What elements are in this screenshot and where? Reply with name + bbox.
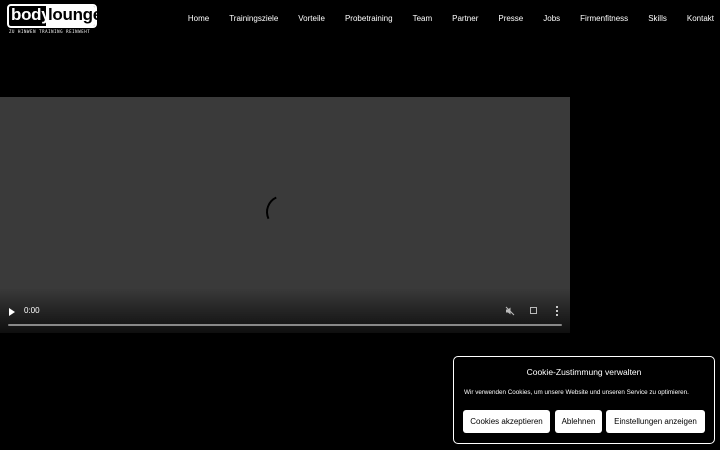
play-icon[interactable] bbox=[9, 308, 15, 316]
logo-tagline: ZU HINWEN TRAINING REINWEHT bbox=[9, 29, 91, 34]
deny-cookies-button[interactable]: Ablehnen bbox=[555, 410, 602, 433]
nav-jobs[interactable]: Jobs bbox=[543, 13, 560, 25]
mute-icon[interactable] bbox=[505, 306, 515, 316]
nav-team[interactable]: Team bbox=[413, 13, 433, 25]
cookie-title: Cookie-Zustimmung verwalten bbox=[526, 367, 642, 377]
speaker-muted-icon bbox=[505, 306, 515, 316]
cookie-consent-dialog: Cookie-Zustimmung verwalten Wir verwende… bbox=[453, 356, 715, 444]
nav-firmenfitness[interactable]: Firmenfitness bbox=[580, 13, 628, 25]
nav-home[interactable]: Home bbox=[188, 13, 209, 25]
more-options-icon[interactable] bbox=[556, 306, 559, 316]
main-nav: Home Trainingsziele Vorteile Probetraini… bbox=[168, 13, 714, 25]
video-time: 0:00 bbox=[24, 306, 40, 315]
nav-probetraining[interactable]: Probetraining bbox=[345, 13, 393, 25]
video-player[interactable]: 0:00 bbox=[0, 97, 570, 333]
video-progress-bar[interactable] bbox=[8, 324, 562, 326]
nav-skills[interactable]: Skills bbox=[648, 13, 667, 25]
cookie-settings-button[interactable]: Einstellungen anzeigen bbox=[606, 410, 705, 433]
logo-text-body: body bbox=[11, 5, 51, 24]
bodylounge-logo[interactable]: body lounge ZU HINWEN TRAINING REINWEHT bbox=[7, 4, 102, 34]
nav-kontakt[interactable]: Kontakt bbox=[687, 13, 714, 25]
nav-trainingsziele[interactable]: Trainingsziele bbox=[229, 13, 278, 25]
loading-spinner-icon bbox=[261, 190, 305, 234]
fullscreen-icon[interactable] bbox=[530, 307, 537, 314]
video-controls: 0:00 bbox=[0, 293, 570, 333]
nav-partner[interactable]: Partner bbox=[452, 13, 478, 25]
accept-cookies-button[interactable]: Cookies akzeptieren bbox=[463, 410, 550, 433]
cookie-text: Wir verwenden Cookies, um unsere Website… bbox=[464, 389, 689, 396]
nav-vorteile[interactable]: Vorteile bbox=[298, 13, 325, 25]
logo-text-lounge: lounge bbox=[48, 5, 102, 24]
nav-presse[interactable]: Presse bbox=[498, 13, 523, 25]
